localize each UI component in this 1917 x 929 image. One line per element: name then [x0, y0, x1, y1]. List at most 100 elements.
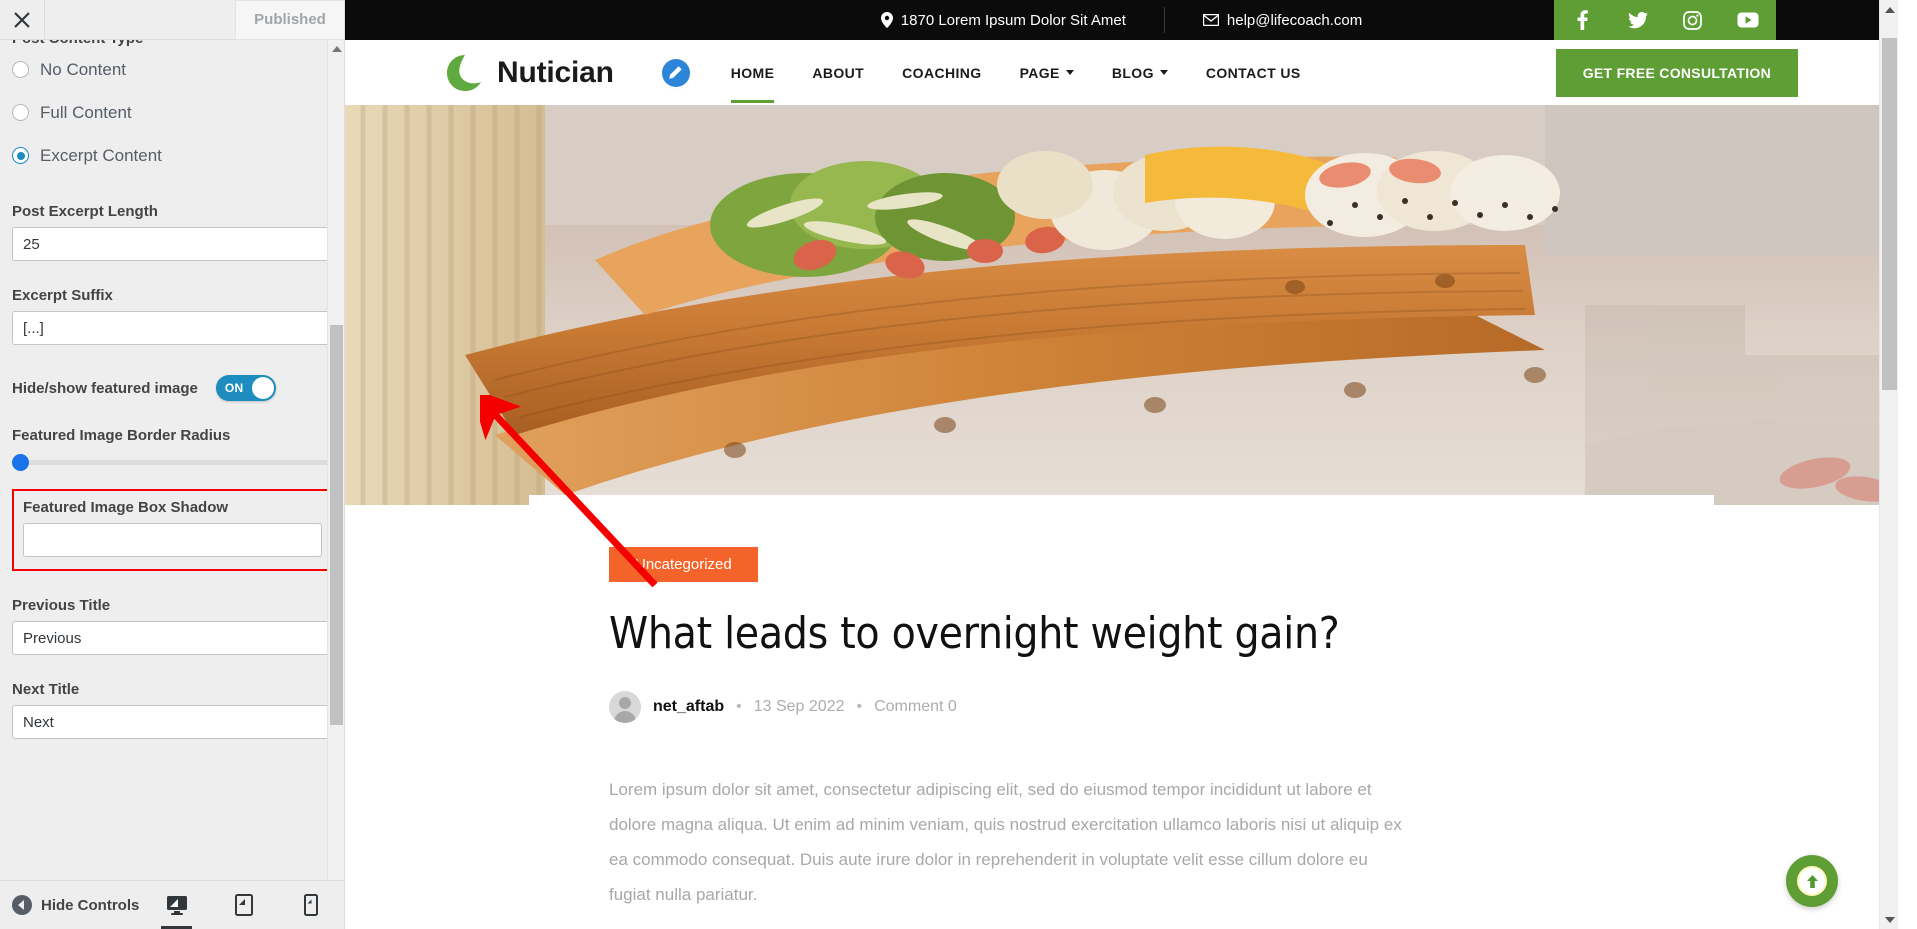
nav-item-about[interactable]: ABOUT	[793, 43, 883, 103]
input-excerpt-suffix[interactable]	[12, 311, 333, 345]
nav-item-coaching-label: COACHING	[902, 64, 982, 81]
featured-image	[345, 105, 1898, 505]
customizer-header: Published	[0, 0, 344, 40]
slider-thumb-border-radius[interactable]	[12, 454, 29, 471]
nutician-leaf-logo	[447, 54, 481, 91]
instagram-link[interactable]	[1665, 0, 1720, 40]
post-meta: net_aftab • 13 Sep 2022 • Comment 0	[609, 691, 1634, 723]
device-preview-buttons	[154, 881, 333, 929]
field-next-title: Next Title	[12, 681, 333, 739]
nav-links: HOME ABOUT COACHING PAGE BLOG CONTACT US	[661, 43, 1320, 103]
get-free-consultation-button[interactable]: GET FREE CONSULTATION	[1555, 48, 1798, 97]
slider-track-border-radius[interactable]	[12, 454, 333, 471]
twitter-icon	[1627, 11, 1648, 28]
post-content-type-heading: Post Content Type	[12, 40, 333, 48]
scroll-to-top-button[interactable]	[1786, 855, 1838, 907]
topbar-email[interactable]: help@lifecoach.com	[1165, 12, 1400, 29]
caret-up-icon	[331, 45, 342, 52]
preview-scrollbar-thumb[interactable]	[1882, 38, 1897, 390]
toggle-hide-show-featured-image[interactable]: ON	[215, 375, 276, 401]
chevron-down-icon	[1159, 70, 1168, 75]
caret-down-icon	[1884, 916, 1895, 923]
youtube-link[interactable]	[1720, 0, 1775, 40]
radio-option-full-content[interactable]: Full Content	[12, 91, 333, 134]
envelope-icon	[1202, 14, 1219, 26]
arrow-up-icon	[1799, 868, 1825, 894]
customizer-panel: Published Post Content Type No Content F…	[0, 0, 345, 929]
hide-controls-button[interactable]: Hide Controls	[12, 895, 139, 915]
input-featured-image-box-shadow[interactable]	[23, 523, 322, 557]
radio-option-excerpt-content[interactable]: Excerpt Content	[12, 134, 333, 177]
pencil-edit-icon[interactable]	[661, 58, 690, 87]
hide-controls-label: Hide Controls	[41, 896, 140, 914]
desktop-icon	[166, 896, 187, 915]
input-next-title[interactable]	[12, 705, 333, 739]
field-featured-image-border-radius: Featured Image Border Radius	[12, 427, 333, 471]
meta-separator: •	[856, 698, 863, 715]
toggle-knob[interactable]	[251, 377, 274, 399]
scroll-up-arrow-preview[interactable]	[1880, 0, 1898, 19]
label-excerpt-suffix: Excerpt Suffix	[12, 287, 113, 304]
preview-scrollbar[interactable]	[1879, 0, 1898, 929]
facebook-link[interactable]	[1555, 0, 1610, 40]
field-featured-image-box-shadow: Featured Image Box Shadow	[12, 489, 333, 571]
input-previous-title[interactable]	[12, 621, 333, 655]
label-featured-image-box-shadow: Featured Image Box Shadow	[23, 499, 229, 516]
label-featured-image-border-radius: Featured Image Border Radius	[12, 427, 231, 444]
post-category-badge[interactable]: Uncategorized	[609, 547, 758, 582]
collapse-arrow-icon	[12, 895, 32, 915]
topbar-address-text: 1870 Lorem Ipsum Dolor Sit Amet	[900, 11, 1126, 29]
post-author[interactable]: net_aftab	[653, 698, 724, 716]
nav-item-coaching[interactable]: COACHING	[883, 43, 1000, 103]
post-comment-count[interactable]: Comment 0	[874, 698, 957, 716]
nav-item-blog[interactable]: BLOG	[1093, 43, 1187, 103]
field-hide-show-featured-image: Hide/show featured image ON	[12, 375, 333, 401]
map-pin-icon	[880, 12, 893, 28]
nav-item-home[interactable]: HOME	[712, 43, 794, 103]
published-button[interactable]: Published	[235, 0, 344, 40]
label-next-title: Next Title	[12, 681, 80, 698]
customizer-scrollbar[interactable]	[327, 40, 344, 900]
site-nav: Nutician HOME ABOUT COACHING PAGE BLOG C…	[345, 40, 1898, 105]
scroll-down-arrow-preview[interactable]	[1880, 910, 1898, 929]
customizer-scrollbar-thumb[interactable]	[330, 325, 343, 725]
meta-separator: •	[736, 698, 742, 715]
label-hide-show-featured-image: Hide/show featured image	[12, 379, 198, 397]
topbar-email-text: help@lifecoach.com	[1226, 11, 1363, 29]
radio-mark-full-content[interactable]	[12, 104, 29, 121]
customizer-controls: Post Content Type No Content Full Conten…	[0, 40, 344, 900]
nav-item-page[interactable]: PAGE	[1001, 43, 1093, 103]
author-avatar	[609, 691, 641, 723]
nav-item-contact-us[interactable]: CONTACT US	[1187, 43, 1320, 103]
nav-item-page-label: PAGE	[1019, 64, 1060, 81]
brand-name: Nutician	[497, 55, 614, 89]
scroll-up-arrow-sidebar[interactable]	[328, 40, 344, 57]
post-date: 13 Sep 2022	[753, 698, 845, 715]
close-customizer-button[interactable]	[0, 0, 45, 40]
radio-mark-excerpt-content[interactable]	[12, 147, 29, 164]
caret-up-icon	[1884, 6, 1895, 13]
radio-label-full-content: Full Content	[40, 102, 132, 122]
nav-item-home-label: HOME	[730, 64, 775, 81]
mobile-preview-button[interactable]	[288, 881, 333, 929]
tablet-preview-button[interactable]	[221, 881, 266, 929]
chevron-down-icon	[1065, 70, 1074, 75]
post-title: What leads to overnight weight gain?	[609, 608, 1340, 659]
radio-label-excerpt-content: Excerpt Content	[40, 145, 162, 165]
nav-item-blog-label: BLOG	[1111, 64, 1154, 81]
input-post-excerpt-length[interactable]	[12, 227, 333, 261]
nav-item-contact-us-label: CONTACT US	[1205, 64, 1301, 81]
sushi-boat-photo	[345, 105, 1898, 505]
social-links	[1554, 0, 1776, 40]
instagram-icon	[1683, 10, 1702, 30]
field-previous-title: Previous Title	[12, 597, 333, 655]
field-post-excerpt-length: Post Excerpt Length	[12, 203, 333, 261]
radio-option-no-content[interactable]: No Content	[12, 48, 333, 91]
site-brand[interactable]: Nutician	[443, 51, 614, 95]
facebook-icon	[1577, 10, 1588, 30]
desktop-preview-button[interactable]	[154, 881, 199, 929]
youtube-icon	[1737, 12, 1758, 28]
twitter-link[interactable]	[1610, 0, 1665, 40]
radio-mark-no-content[interactable]	[12, 61, 29, 78]
close-icon	[14, 11, 30, 28]
